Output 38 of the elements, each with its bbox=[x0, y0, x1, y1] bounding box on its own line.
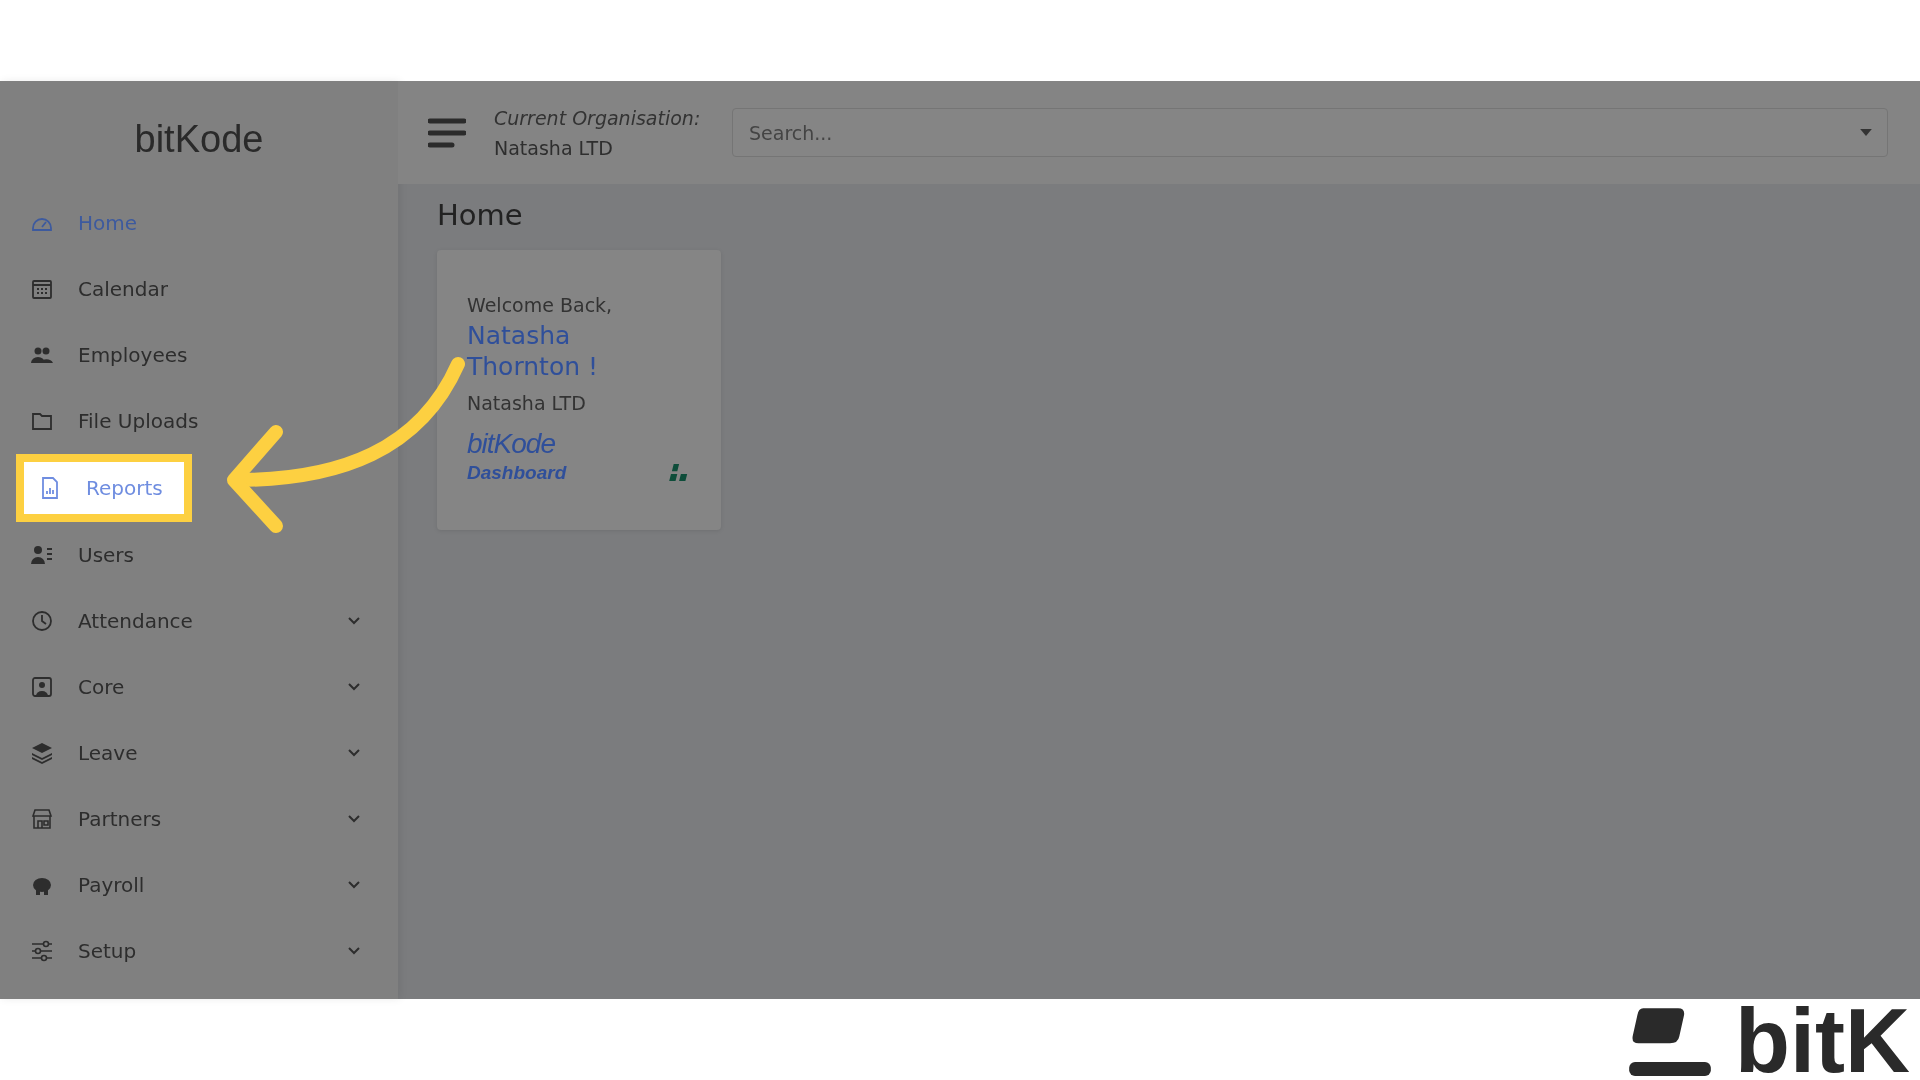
chevron-down-icon bbox=[348, 815, 360, 823]
sidebar-item[interactable]: Calendar bbox=[0, 256, 398, 322]
page-title: Home bbox=[437, 198, 524, 232]
organisation-label: Current Organisation: bbox=[494, 106, 702, 129]
footer-logo: bitK bbox=[1735, 1002, 1910, 1080]
chevron-down-icon bbox=[348, 881, 360, 889]
storefront-icon bbox=[30, 807, 54, 831]
sliders-icon bbox=[30, 939, 54, 963]
sidebar-item[interactable]: Reports bbox=[16, 454, 192, 522]
person-frame-icon bbox=[30, 675, 54, 699]
menu-icon[interactable] bbox=[428, 117, 466, 148]
sidebar-item[interactable]: Setup bbox=[0, 918, 398, 984]
clock-icon bbox=[30, 609, 54, 633]
calendar-icon bbox=[30, 277, 54, 301]
sidebar-item[interactable]: Attendance bbox=[0, 588, 398, 654]
chevron-down-icon bbox=[348, 617, 360, 625]
sidebar-item[interactable]: Leave bbox=[0, 720, 398, 786]
brand-logo: bitKode bbox=[467, 428, 556, 460]
caret-icon bbox=[1860, 129, 1872, 136]
sidebar-item[interactable]: Partners bbox=[0, 786, 398, 852]
chevron-down-icon bbox=[348, 947, 360, 955]
sidebar-logo: bitKode bbox=[133, 116, 265, 162]
sidebar-item[interactable]: File Uploads bbox=[0, 388, 398, 454]
sidebar-item[interactable]: Users bbox=[0, 522, 398, 588]
user-list-icon bbox=[30, 543, 54, 567]
user-name: Natasha Thornton ! bbox=[467, 320, 599, 382]
organisation-name: Natasha LTD bbox=[494, 136, 614, 159]
organisation-name: Natasha LTD bbox=[467, 392, 587, 414]
sidebar-item[interactable]: Payroll bbox=[0, 852, 398, 918]
chevron-down-icon bbox=[348, 683, 360, 691]
logo-mark-icon bbox=[1629, 1006, 1712, 1076]
chevron-down-icon bbox=[348, 749, 360, 757]
welcome-text: Welcome Back, bbox=[467, 294, 614, 316]
layers-icon bbox=[30, 741, 54, 765]
brand-subtitle: Dashboard bbox=[467, 462, 567, 484]
sidebar-item[interactable]: Core bbox=[0, 654, 398, 720]
sidebar-item[interactable]: Employees bbox=[0, 322, 398, 388]
search-field[interactable]: Search... bbox=[732, 108, 1888, 157]
